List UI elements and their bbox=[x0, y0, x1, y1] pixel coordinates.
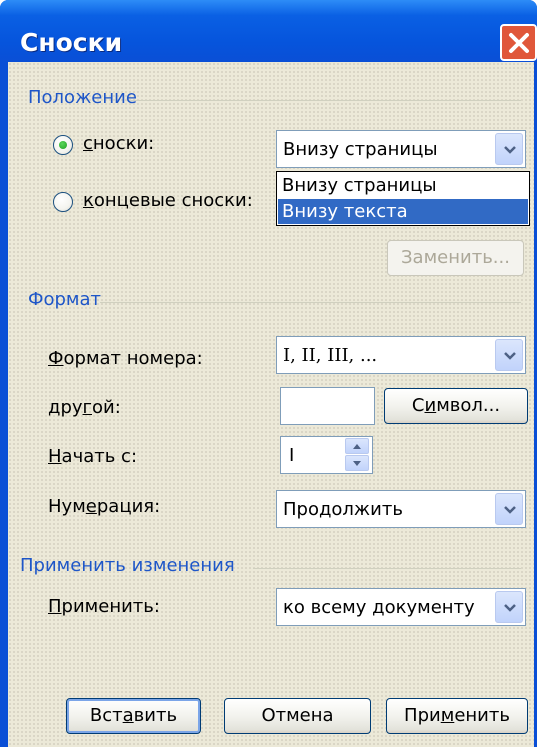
group-divider bbox=[253, 568, 521, 569]
dialog-title: Сноски bbox=[20, 28, 123, 57]
group-divider bbox=[100, 302, 521, 303]
close-button[interactable] bbox=[500, 24, 537, 61]
footnotes-location-dropdown-list: Внизу страницы Внизу текста bbox=[276, 171, 530, 226]
numbering-label: Нумерация: bbox=[48, 496, 161, 517]
apply-to-value: ко всему документу bbox=[283, 597, 475, 618]
footnotes-location-value: Внизу страницы bbox=[283, 139, 438, 160]
replace-button[interactable]: Заменить... bbox=[387, 240, 524, 276]
start-at-input[interactable]: I bbox=[280, 436, 373, 474]
spin-up-button[interactable] bbox=[345, 438, 369, 454]
numbering-value: Продолжить bbox=[283, 499, 403, 520]
dropdown-button[interactable] bbox=[495, 133, 523, 165]
chevron-down-icon bbox=[353, 461, 361, 466]
cancel-button[interactable]: Отмена bbox=[224, 698, 371, 734]
footnotes-radio[interactable] bbox=[53, 135, 73, 155]
dropdown-button[interactable] bbox=[495, 591, 523, 623]
chevron-down-icon bbox=[504, 146, 516, 154]
apply-to-label: Применить: bbox=[48, 596, 160, 617]
dropdown-button[interactable] bbox=[495, 493, 523, 525]
dropdown-option-page-bottom[interactable]: Внизу страницы bbox=[278, 173, 528, 198]
custom-mark-label: другой: bbox=[48, 397, 121, 418]
footnotes-dialog: Сноски Положение сноски: Внизу страницы … bbox=[0, 0, 537, 747]
chevron-down-icon bbox=[504, 604, 516, 612]
number-format-select[interactable]: I, II, III, ... bbox=[276, 336, 526, 374]
spin-down-button[interactable] bbox=[345, 455, 369, 471]
close-icon bbox=[509, 33, 529, 53]
dropdown-option-below-text[interactable]: Внизу текста bbox=[278, 199, 528, 224]
apply-to-select[interactable]: ко всему документу bbox=[276, 588, 526, 626]
start-at-spinner[interactable] bbox=[345, 438, 371, 472]
chevron-up-icon bbox=[353, 444, 361, 449]
start-at-label: Начать с: bbox=[48, 446, 138, 467]
footnotes-location-select[interactable]: Внизу страницы bbox=[276, 130, 526, 168]
endnotes-radio[interactable] bbox=[53, 192, 73, 212]
insert-button[interactable]: Вставить bbox=[66, 698, 201, 734]
number-format-label: Формат номера: bbox=[48, 348, 203, 369]
dropdown-button[interactable] bbox=[495, 339, 523, 371]
dialog-body: Положение сноски: Внизу страницы концевы… bbox=[8, 62, 534, 747]
footnotes-label[interactable]: сноски: bbox=[83, 133, 154, 154]
apply-button[interactable]: Применить bbox=[386, 698, 528, 734]
chevron-down-icon bbox=[504, 506, 516, 514]
group-title-apply-changes: Применить изменения bbox=[20, 555, 235, 576]
endnotes-label[interactable]: концевые сноски: bbox=[83, 190, 253, 211]
radio-selected-dot bbox=[59, 141, 67, 149]
number-format-value: I, II, III, ... bbox=[283, 345, 378, 366]
chevron-down-icon bbox=[504, 352, 516, 360]
group-title-format: Формат bbox=[28, 289, 102, 310]
numbering-select[interactable]: Продолжить bbox=[276, 490, 526, 528]
group-divider bbox=[131, 100, 521, 101]
start-at-value: I bbox=[289, 445, 295, 466]
group-title-position: Положение bbox=[28, 87, 137, 108]
custom-mark-input[interactable] bbox=[280, 387, 375, 425]
title-bar[interactable]: Сноски bbox=[0, 0, 537, 62]
symbol-button[interactable]: Символ... bbox=[384, 388, 528, 424]
